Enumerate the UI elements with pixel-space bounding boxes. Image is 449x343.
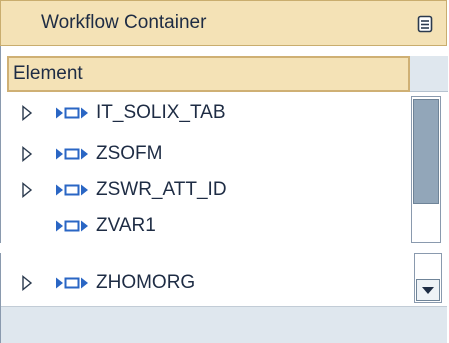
element-name: ZSWR_ATT_ID (96, 179, 227, 200)
element-name: ZHOMORG (96, 272, 196, 293)
column-header-filler (410, 56, 448, 92)
separator-gap (0, 243, 449, 253)
vertical-scrollbar[interactable] (411, 96, 441, 243)
container-element-icon (55, 218, 91, 234)
tree-row[interactable]: ZSWR_ATT_ID (1, 172, 411, 208)
tree-row[interactable]: IT_SOLIX_TAB (1, 95, 411, 131)
expand-triangle-icon[interactable] (21, 182, 33, 198)
container-element-icon (55, 146, 91, 162)
element-name: IT_SOLIX_TAB (96, 102, 226, 123)
panel-title: Workflow Container (41, 12, 207, 33)
scrollbar-thumb[interactable] (413, 99, 439, 204)
footer-bar (1, 306, 447, 343)
container-element-icon (55, 105, 91, 121)
expand-triangle-icon[interactable] (21, 105, 33, 121)
menu-icon[interactable] (416, 14, 434, 34)
tree-row[interactable]: ZHOMORG (1, 265, 411, 301)
vertical-scrollbar-lower[interactable] (414, 253, 442, 303)
column-header-element[interactable]: Element (7, 56, 410, 92)
container-tree-lower: ZHOMORG (0, 253, 447, 343)
container-element-icon (55, 182, 91, 198)
container-element-icon (55, 275, 91, 291)
element-name: ZVAR1 (96, 215, 156, 236)
expand-triangle-icon[interactable] (21, 146, 33, 162)
column-header-label: Element (13, 63, 83, 84)
scroll-down-arrow-icon[interactable] (416, 279, 440, 301)
expand-triangle-icon[interactable] (21, 275, 33, 291)
container-tree: Element IT_SOLIX_TAB ZSOFM ZSWR_ATT_ID Z… (0, 46, 448, 244)
panel-header: Workflow Container (0, 0, 447, 46)
element-name: ZSOFM (96, 143, 163, 164)
tree-row[interactable]: ZVAR1 (1, 208, 411, 244)
tree-row[interactable]: ZSOFM (1, 136, 411, 172)
